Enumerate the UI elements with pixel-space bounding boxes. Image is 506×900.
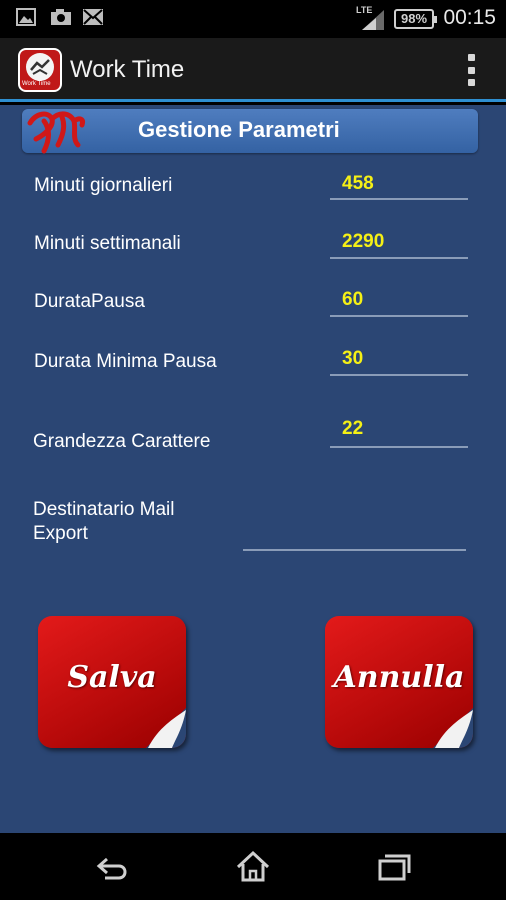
clock: 00:15 bbox=[443, 6, 496, 29]
cancel-button-label: Annulla bbox=[333, 660, 465, 695]
action-bar: Work Time Work Time bbox=[0, 38, 506, 102]
app-title: Work Time bbox=[70, 56, 185, 83]
min-pause-duration-underline bbox=[330, 374, 468, 376]
page-curl-icon bbox=[433, 708, 473, 748]
app-logo-text: Work Time bbox=[22, 81, 51, 87]
mail-recipient-input[interactable] bbox=[244, 525, 466, 549]
battery-indicator: 98% bbox=[394, 9, 437, 29]
mail-recipient-underline bbox=[243, 549, 466, 551]
home-icon[interactable] bbox=[233, 847, 273, 887]
min-pause-duration-label: Durata Minima Pausa bbox=[34, 351, 217, 372]
settings-panel: Gestione Parametri Minuti giornalieri 45… bbox=[0, 105, 506, 833]
pause-duration-underline bbox=[330, 315, 468, 317]
back-icon[interactable] bbox=[93, 847, 133, 887]
status-bar: LTE 98% 00:15 bbox=[0, 0, 506, 38]
navigation-bar bbox=[0, 833, 506, 900]
daily-minutes-underline bbox=[330, 198, 468, 200]
app-logo-icon[interactable]: Work Time bbox=[18, 48, 62, 92]
mail-recipient-label-line2: Export bbox=[33, 523, 88, 544]
save-button[interactable]: Salva bbox=[38, 616, 186, 748]
pause-duration-label: DurataPausa bbox=[34, 291, 145, 312]
weekly-minutes-underline bbox=[330, 257, 468, 259]
cancel-button[interactable]: Annulla bbox=[325, 616, 473, 748]
weekly-minutes-input[interactable]: 2290 bbox=[342, 231, 384, 253]
font-size-underline bbox=[330, 446, 468, 448]
daily-minutes-input[interactable]: 458 bbox=[342, 173, 374, 195]
font-size-input[interactable]: 22 bbox=[342, 418, 363, 440]
recent-apps-icon[interactable] bbox=[374, 847, 414, 887]
mail-recipient-label-line1: Destinatario Mail bbox=[33, 499, 175, 520]
mail-notification-icon bbox=[83, 9, 103, 25]
weekly-minutes-label: Minuti settimanali bbox=[34, 233, 181, 254]
section-header: Gestione Parametri bbox=[22, 109, 478, 153]
gallery-notification-icon bbox=[16, 8, 36, 26]
camera-notification-icon bbox=[51, 9, 71, 25]
page-curl-icon bbox=[146, 708, 186, 748]
pause-duration-input[interactable]: 60 bbox=[342, 289, 363, 311]
daily-minutes-label: Minuti giornalieri bbox=[34, 175, 173, 196]
signal-icon bbox=[362, 10, 384, 30]
font-size-label: Grandezza Carattere bbox=[33, 431, 211, 452]
section-title: Gestione Parametri bbox=[138, 117, 340, 142]
overflow-menu-icon[interactable] bbox=[468, 54, 476, 86]
min-pause-duration-input[interactable]: 30 bbox=[342, 348, 363, 370]
mail-recipient-label: Destinatario Mail Export bbox=[33, 498, 175, 546]
save-button-label: Salva bbox=[67, 660, 157, 695]
red-signature-logo-icon bbox=[27, 111, 85, 154]
